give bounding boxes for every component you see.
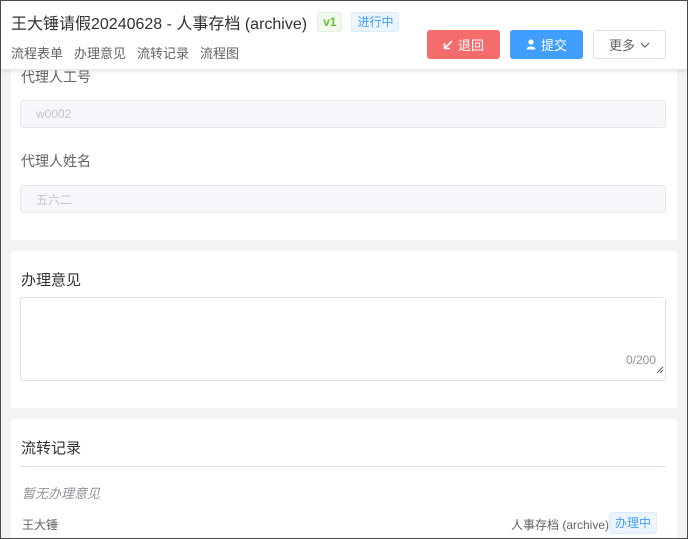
more-dropdown-button[interactable]: 更多 [593, 30, 666, 59]
arrow-down-left-icon [443, 39, 453, 50]
agent-id-field[interactable]: w0002 [20, 100, 666, 128]
records-card: 流转记录 暂无办理意见 王大锤 人事存档 (archive) 办理中 [11, 419, 677, 538]
divider [20, 466, 666, 467]
agent-name-label: 代理人姓名 [21, 153, 91, 169]
record-user: 王大锤 [22, 518, 59, 532]
agent-name-field[interactable]: 五六二 [20, 185, 666, 213]
record-status-badge: 办理中 [608, 512, 657, 534]
tab-form[interactable]: 流程表单 [11, 43, 63, 62]
app-window: 代理人工号 w0002 代理人姓名 五六二 办理意见 0/200 流转记录 暂无… [0, 0, 688, 539]
empty-opinion-text: 暂无办理意见 [22, 486, 101, 501]
tab-records[interactable]: 流转记录 [137, 43, 189, 62]
page-title: 王大锤请假20240628 - 人事存档 (archive) [11, 16, 308, 33]
more-label: 更多 [608, 38, 635, 53]
submit-label: 提交 [540, 38, 567, 53]
record-node: 人事存档 (archive) [510, 518, 609, 532]
submit-button[interactable]: 提交 [510, 30, 583, 59]
tab-opinion[interactable]: 办理意见 [74, 43, 126, 62]
opinion-title: 办理意见 [21, 272, 82, 289]
chevron-down-icon [640, 42, 650, 48]
agent-id-label: 代理人工号 [21, 69, 91, 85]
header: 王大锤请假20240628 - 人事存档 (archive) v1 进行中 流程… [1, 1, 687, 69]
opinion-textarea[interactable]: 0/200 [20, 297, 666, 381]
opinion-card: 办理意见 0/200 [11, 251, 677, 408]
return-label: 退回 [457, 38, 484, 53]
status-badge: 进行中 [351, 12, 400, 32]
char-counter: 0/200 [625, 353, 656, 367]
version-badge: v1 [317, 12, 343, 32]
resize-grip-icon[interactable] [656, 361, 664, 379]
section-nav: 流程表单 办理意见 流转记录 流程图 [11, 43, 239, 62]
user-icon [526, 39, 536, 50]
form-card: 代理人工号 w0002 代理人姓名 五六二 [11, 51, 677, 240]
records-title: 流转记录 [21, 440, 82, 457]
return-button[interactable]: 退回 [427, 30, 500, 59]
tab-flowchart[interactable]: 流程图 [200, 43, 239, 62]
action-bar: 退回 提交 更多 [427, 30, 666, 59]
